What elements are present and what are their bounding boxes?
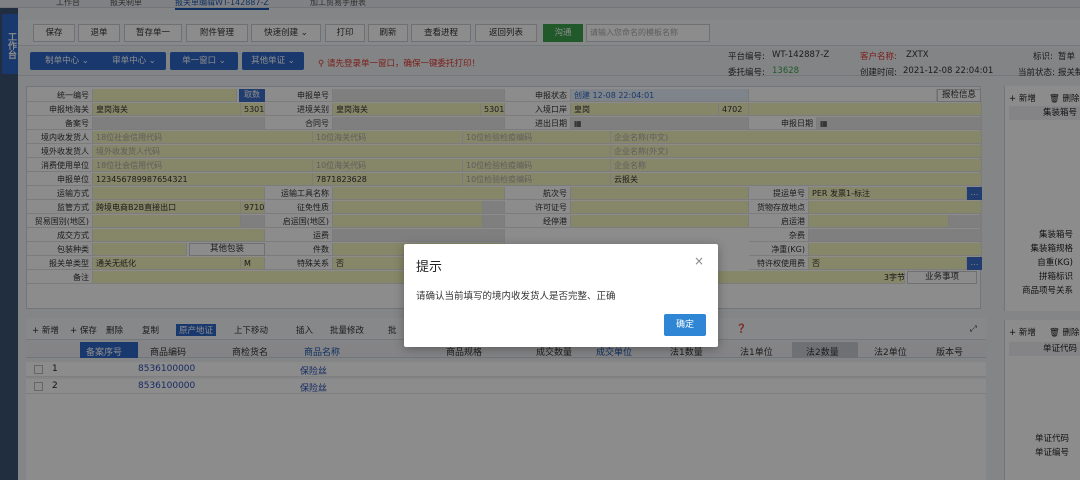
dialog-message: 请确认当前填写的境内收发货人是否完整、正确 xyxy=(416,291,616,302)
modal-overlay xyxy=(0,0,1080,480)
confirm-dialog: 提示 × 请确认当前填写的境内收发货人是否完整、正确 确定 xyxy=(404,244,718,347)
close-icon[interactable]: × xyxy=(694,255,704,267)
dialog-title: 提示 xyxy=(416,260,443,275)
confirm-button[interactable]: 确定 xyxy=(664,314,706,336)
